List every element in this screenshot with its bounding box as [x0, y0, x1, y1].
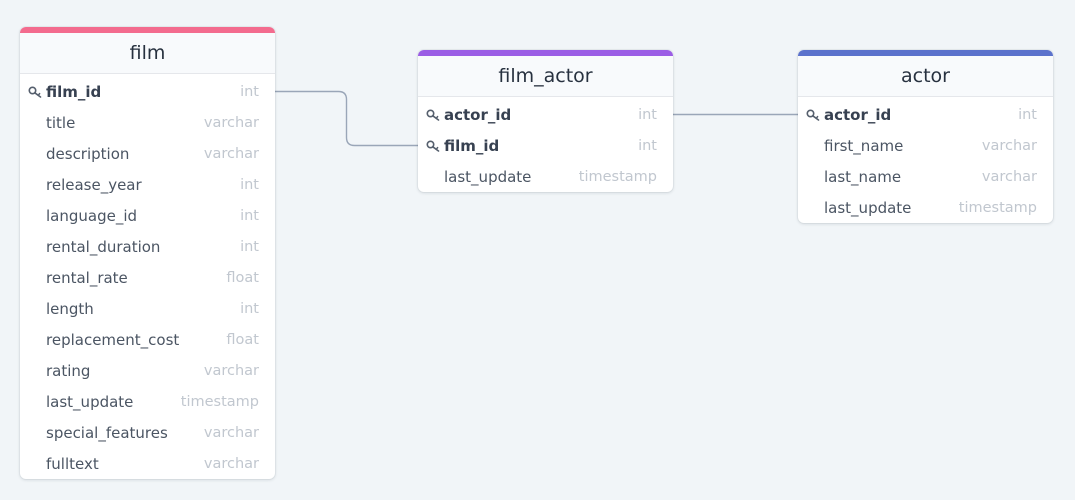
- column-type: timestamp: [958, 199, 1037, 216]
- column-name: replacement_cost: [46, 330, 180, 349]
- column-name: film_id: [46, 82, 102, 101]
- column-name: special_features: [46, 423, 168, 442]
- column-list: film_id int title varchar description varchar…: [20, 74, 275, 479]
- column-type: float: [226, 269, 259, 286]
- column-row-actor-id[interactable]: actor_id int: [798, 99, 1053, 130]
- key-icon: [806, 107, 824, 123]
- column-type: varchar: [981, 137, 1037, 154]
- column-list: actor_id int film_id int last_update timestam…: [418, 97, 673, 192]
- column-type: int: [240, 207, 259, 224]
- key-slot-empty: [426, 169, 444, 185]
- column-type: int: [240, 83, 259, 100]
- column-row-actor-id[interactable]: actor_id int: [418, 99, 673, 130]
- column-row-film-id[interactable]: film_id int: [418, 130, 673, 161]
- column-name: last_update: [46, 392, 134, 411]
- column-row-rating[interactable]: rating varchar: [20, 355, 275, 386]
- column-name: rental_rate: [46, 268, 128, 287]
- column-name: length: [46, 299, 94, 318]
- key-slot-empty: [806, 200, 824, 216]
- column-row-description[interactable]: description varchar: [20, 138, 275, 169]
- key-slot-empty: [28, 115, 46, 131]
- column-row-film-id[interactable]: film_id int: [20, 76, 275, 107]
- column-type: float: [226, 331, 259, 348]
- column-name: first_name: [824, 136, 904, 155]
- key-slot-empty: [28, 456, 46, 472]
- column-type: varchar: [203, 455, 259, 472]
- key-slot-empty: [28, 332, 46, 348]
- table-title[interactable]: film: [20, 33, 275, 74]
- key-slot-empty: [28, 394, 46, 410]
- key-slot-empty: [806, 169, 824, 185]
- relationship-line-film-film-actor[interactable]: [275, 90, 418, 147]
- column-row-length[interactable]: length int: [20, 293, 275, 324]
- key-icon: [426, 138, 444, 154]
- diagram-canvas[interactable]: film film_id int title varchar description va…: [0, 0, 1075, 500]
- table-film[interactable]: film film_id int title varchar description va…: [20, 27, 275, 479]
- column-name: title: [46, 113, 76, 132]
- column-row-last-update[interactable]: last_update timestamp: [798, 192, 1053, 223]
- table-title[interactable]: actor: [798, 56, 1053, 97]
- column-row-rental-rate[interactable]: rental_rate float: [20, 262, 275, 293]
- column-type: varchar: [203, 362, 259, 379]
- key-slot-empty: [28, 146, 46, 162]
- column-row-rental-duration[interactable]: rental_duration int: [20, 231, 275, 262]
- column-type: varchar: [203, 145, 259, 162]
- column-name: description: [46, 144, 130, 163]
- column-list: actor_id int first_name varchar last_name var…: [798, 97, 1053, 223]
- column-row-last-update[interactable]: last_update timestamp: [418, 161, 673, 192]
- column-type: varchar: [981, 168, 1037, 185]
- column-row-replacement-cost[interactable]: replacement_cost float: [20, 324, 275, 355]
- table-title[interactable]: film_actor: [418, 56, 673, 97]
- table-actor[interactable]: actor actor_id int first_name varchar last_n…: [798, 50, 1053, 223]
- column-type: varchar: [203, 424, 259, 441]
- column-name: film_id: [444, 136, 500, 155]
- column-name: last_name: [824, 167, 902, 186]
- column-name: language_id: [46, 206, 138, 225]
- column-name: release_year: [46, 175, 142, 194]
- table-film-actor[interactable]: film_actor actor_id int film_id int last_upd…: [418, 50, 673, 192]
- column-type: int: [240, 300, 259, 317]
- column-type: int: [1018, 106, 1037, 123]
- column-name: fulltext: [46, 454, 99, 473]
- column-type: int: [638, 106, 657, 123]
- column-name: last_update: [824, 198, 912, 217]
- column-row-release-year[interactable]: release_year int: [20, 169, 275, 200]
- column-name: actor_id: [824, 105, 892, 124]
- column-type: int: [240, 176, 259, 193]
- column-row-special-features[interactable]: special_features varchar: [20, 417, 275, 448]
- column-row-language-id[interactable]: language_id int: [20, 200, 275, 231]
- key-slot-empty: [28, 425, 46, 441]
- column-row-title[interactable]: title varchar: [20, 107, 275, 138]
- column-type: timestamp: [180, 393, 259, 410]
- column-name: actor_id: [444, 105, 512, 124]
- key-slot-empty: [28, 208, 46, 224]
- column-row-first-name[interactable]: first_name varchar: [798, 130, 1053, 161]
- column-row-fulltext[interactable]: fulltext varchar: [20, 448, 275, 479]
- key-slot-empty: [806, 138, 824, 154]
- key-slot-empty: [28, 301, 46, 317]
- column-type: int: [638, 137, 657, 154]
- key-slot-empty: [28, 270, 46, 286]
- column-row-last-update[interactable]: last_update timestamp: [20, 386, 275, 417]
- key-slot-empty: [28, 177, 46, 193]
- column-name: rental_duration: [46, 237, 161, 256]
- column-type: timestamp: [578, 168, 657, 185]
- column-name: last_update: [444, 167, 532, 186]
- key-icon: [426, 107, 444, 123]
- key-slot-empty: [28, 363, 46, 379]
- column-name: rating: [46, 361, 91, 380]
- key-slot-empty: [28, 239, 46, 255]
- column-type: int: [240, 238, 259, 255]
- column-type: varchar: [203, 114, 259, 131]
- column-row-last-name[interactable]: last_name varchar: [798, 161, 1053, 192]
- key-icon: [28, 84, 46, 100]
